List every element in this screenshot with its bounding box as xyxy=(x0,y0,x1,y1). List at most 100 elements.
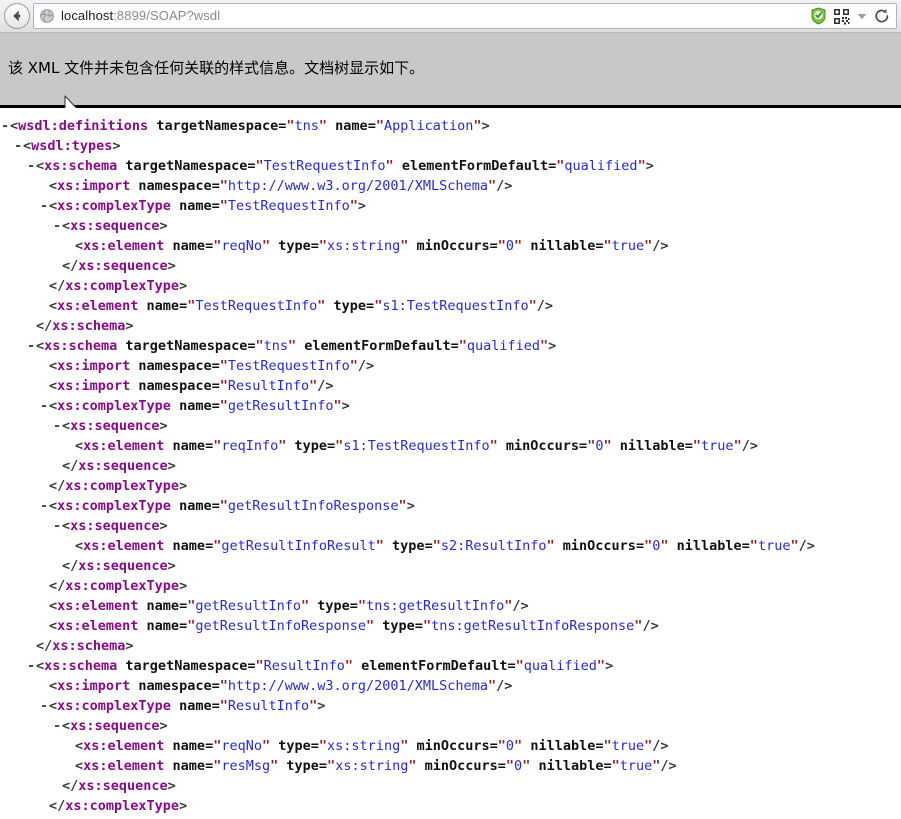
angle-bracket-open: < xyxy=(49,398,58,414)
xml-attribute-name: minOccurs xyxy=(497,438,580,454)
xml-node-line: <xs:import namespace="http://www.w3.org/… xyxy=(49,178,513,194)
xml-attribute-value: ResultInfo xyxy=(263,658,345,674)
angle-bracket-open: < xyxy=(49,598,58,614)
xml-attribute-value: getResultInfo xyxy=(195,598,302,614)
angle-bracket-open: < xyxy=(62,418,71,434)
xml-node-line: -<xs:schema targetNamespace="tns" elemen… xyxy=(27,336,557,356)
xml-attribute-name: namespace xyxy=(130,378,212,394)
xml-node-line: </xs:sequence> xyxy=(0,776,901,796)
xml-node-line: -<wsdl:definitions targetNamespace="tns"… xyxy=(1,116,490,136)
xml-tag-name: xs:import xyxy=(57,178,131,194)
angle-bracket-close: /> xyxy=(496,678,513,694)
collapse-toggle-icon[interactable]: - xyxy=(27,336,36,356)
xml-node-line: </xs:sequence> xyxy=(0,256,901,276)
collapse-toggle-icon[interactable]: - xyxy=(53,716,62,736)
angle-bracket-open: < xyxy=(49,618,58,634)
xml-attribute-name: nillable xyxy=(668,538,742,554)
xml-attribute-value: reqNo xyxy=(221,238,262,254)
angle-bracket-close: /> xyxy=(357,358,375,374)
angle-bracket-open: </ xyxy=(49,478,66,494)
xml-attribute-name: name xyxy=(138,618,180,634)
xml-attribute-name: name xyxy=(170,198,212,214)
xml-attribute-name: elementFormDefault xyxy=(353,658,508,674)
angle-bracket-close: > xyxy=(159,518,168,534)
xml-attribute-name: name xyxy=(138,598,180,614)
xml-attribute-value: 0 xyxy=(505,238,515,254)
xml-node-line: <xs:import namespace="http://www.w3.org/… xyxy=(49,678,513,694)
xml-node-line: </xs:complexType> xyxy=(0,796,901,816)
angle-bracket-close: > xyxy=(179,578,188,594)
xml-attribute-name: targetNamespace xyxy=(117,338,248,354)
xml-tag-name: xs:element xyxy=(57,598,139,614)
url-host: localhost xyxy=(61,8,114,23)
angle-bracket-close: > xyxy=(159,218,168,234)
browser-toolbar: localhost:8899/SOAP?wsdl xyxy=(0,0,901,33)
xml-node-line: <xs:element name="TestRequestInfo" type=… xyxy=(49,298,554,314)
collapse-toggle-icon[interactable]: - xyxy=(40,396,49,416)
xml-attribute-name: namespace xyxy=(130,678,212,694)
xml-tag-name: xs:schema xyxy=(44,338,118,354)
collapse-toggle-icon[interactable]: - xyxy=(27,656,36,676)
xml-node-line: <xs:import namespace="TestRequestInfo"/> xyxy=(49,358,375,374)
collapse-toggle-icon[interactable]: - xyxy=(40,496,49,516)
angle-bracket-open: </ xyxy=(36,318,53,334)
xml-tag-name: xs:sequence xyxy=(70,418,160,434)
xml-node-line: </xs:complexType> xyxy=(0,476,901,496)
qr-code-icon[interactable] xyxy=(833,8,850,25)
angle-bracket-open: < xyxy=(10,118,19,134)
xml-attribute-name: targetNamespace xyxy=(117,658,248,674)
xml-attribute-value: s1:TestRequestInfo xyxy=(343,438,490,454)
xml-node-line: -<xs:sequence> xyxy=(0,716,901,736)
angle-bracket-close: > xyxy=(125,638,134,654)
angle-bracket-open: < xyxy=(75,738,84,754)
url-path: :8899/SOAP?wsdl xyxy=(113,8,221,23)
collapse-toggle-icon[interactable]: - xyxy=(27,156,36,176)
address-bar[interactable]: localhost:8899/SOAP?wsdl xyxy=(33,3,897,29)
angle-bracket-close: /> xyxy=(652,238,669,254)
xml-tag-name: xs:sequence xyxy=(70,518,160,534)
angle-bracket-open: < xyxy=(36,658,45,674)
xml-node-line: </xs:sequence> xyxy=(0,556,901,576)
xml-tag-name: xs:element xyxy=(83,758,165,774)
xml-attribute-name: type xyxy=(309,598,350,614)
reload-icon[interactable] xyxy=(874,8,890,24)
xml-attribute-value: qualified xyxy=(564,158,638,174)
xml-tag-name: xs:schema xyxy=(44,658,118,674)
xml-tag-name: xs:element xyxy=(83,538,165,554)
collapse-toggle-icon[interactable]: - xyxy=(14,136,23,156)
xml-attribute-name: targetNamespace xyxy=(148,118,279,134)
collapse-toggle-icon[interactable]: - xyxy=(53,216,62,236)
collapse-toggle-icon[interactable]: - xyxy=(40,196,49,216)
xml-tag-name: xs:element xyxy=(83,238,165,254)
xml-attribute-name: minOccurs xyxy=(408,238,490,254)
xml-attribute-value: qualified xyxy=(466,338,541,354)
collapse-toggle-icon[interactable]: - xyxy=(53,516,62,536)
xml-attribute-value: tns:getResultInfo xyxy=(366,598,505,614)
collapse-toggle-icon[interactable]: - xyxy=(40,696,49,716)
xml-tag-name: xs:sequence xyxy=(78,778,168,794)
url-text[interactable]: localhost:8899/SOAP?wsdl xyxy=(61,8,804,24)
xml-node-line: </xs:complexType> xyxy=(0,276,901,296)
angle-bracket-open: < xyxy=(75,438,84,454)
chevron-down-icon[interactable] xyxy=(856,10,868,22)
angle-bracket-close: > xyxy=(167,258,176,274)
xml-attribute-name: nillable xyxy=(530,758,604,774)
xml-attribute-name: name xyxy=(164,738,206,754)
collapse-toggle-icon[interactable]: - xyxy=(1,116,10,136)
angle-bracket-open: < xyxy=(49,378,58,394)
xml-node-line: </xs:schema> xyxy=(0,636,901,656)
xml-attribute-value: true xyxy=(619,758,653,774)
xml-attribute-name: minOccurs xyxy=(408,738,490,754)
shield-icon[interactable] xyxy=(810,7,827,25)
angle-bracket-close: > xyxy=(341,398,350,414)
angle-bracket-close: > xyxy=(548,338,557,354)
angle-bracket-open: </ xyxy=(49,578,66,594)
angle-bracket-open: < xyxy=(49,178,58,194)
back-button[interactable] xyxy=(4,3,30,29)
angle-bracket-open: < xyxy=(36,158,45,174)
xml-attribute-value: xs:string xyxy=(327,238,401,254)
angle-bracket-open: < xyxy=(49,498,58,514)
xml-attribute-name: type xyxy=(270,738,311,754)
collapse-toggle-icon[interactable]: - xyxy=(53,416,62,436)
xml-tag-name: xs:sequence xyxy=(78,258,168,274)
